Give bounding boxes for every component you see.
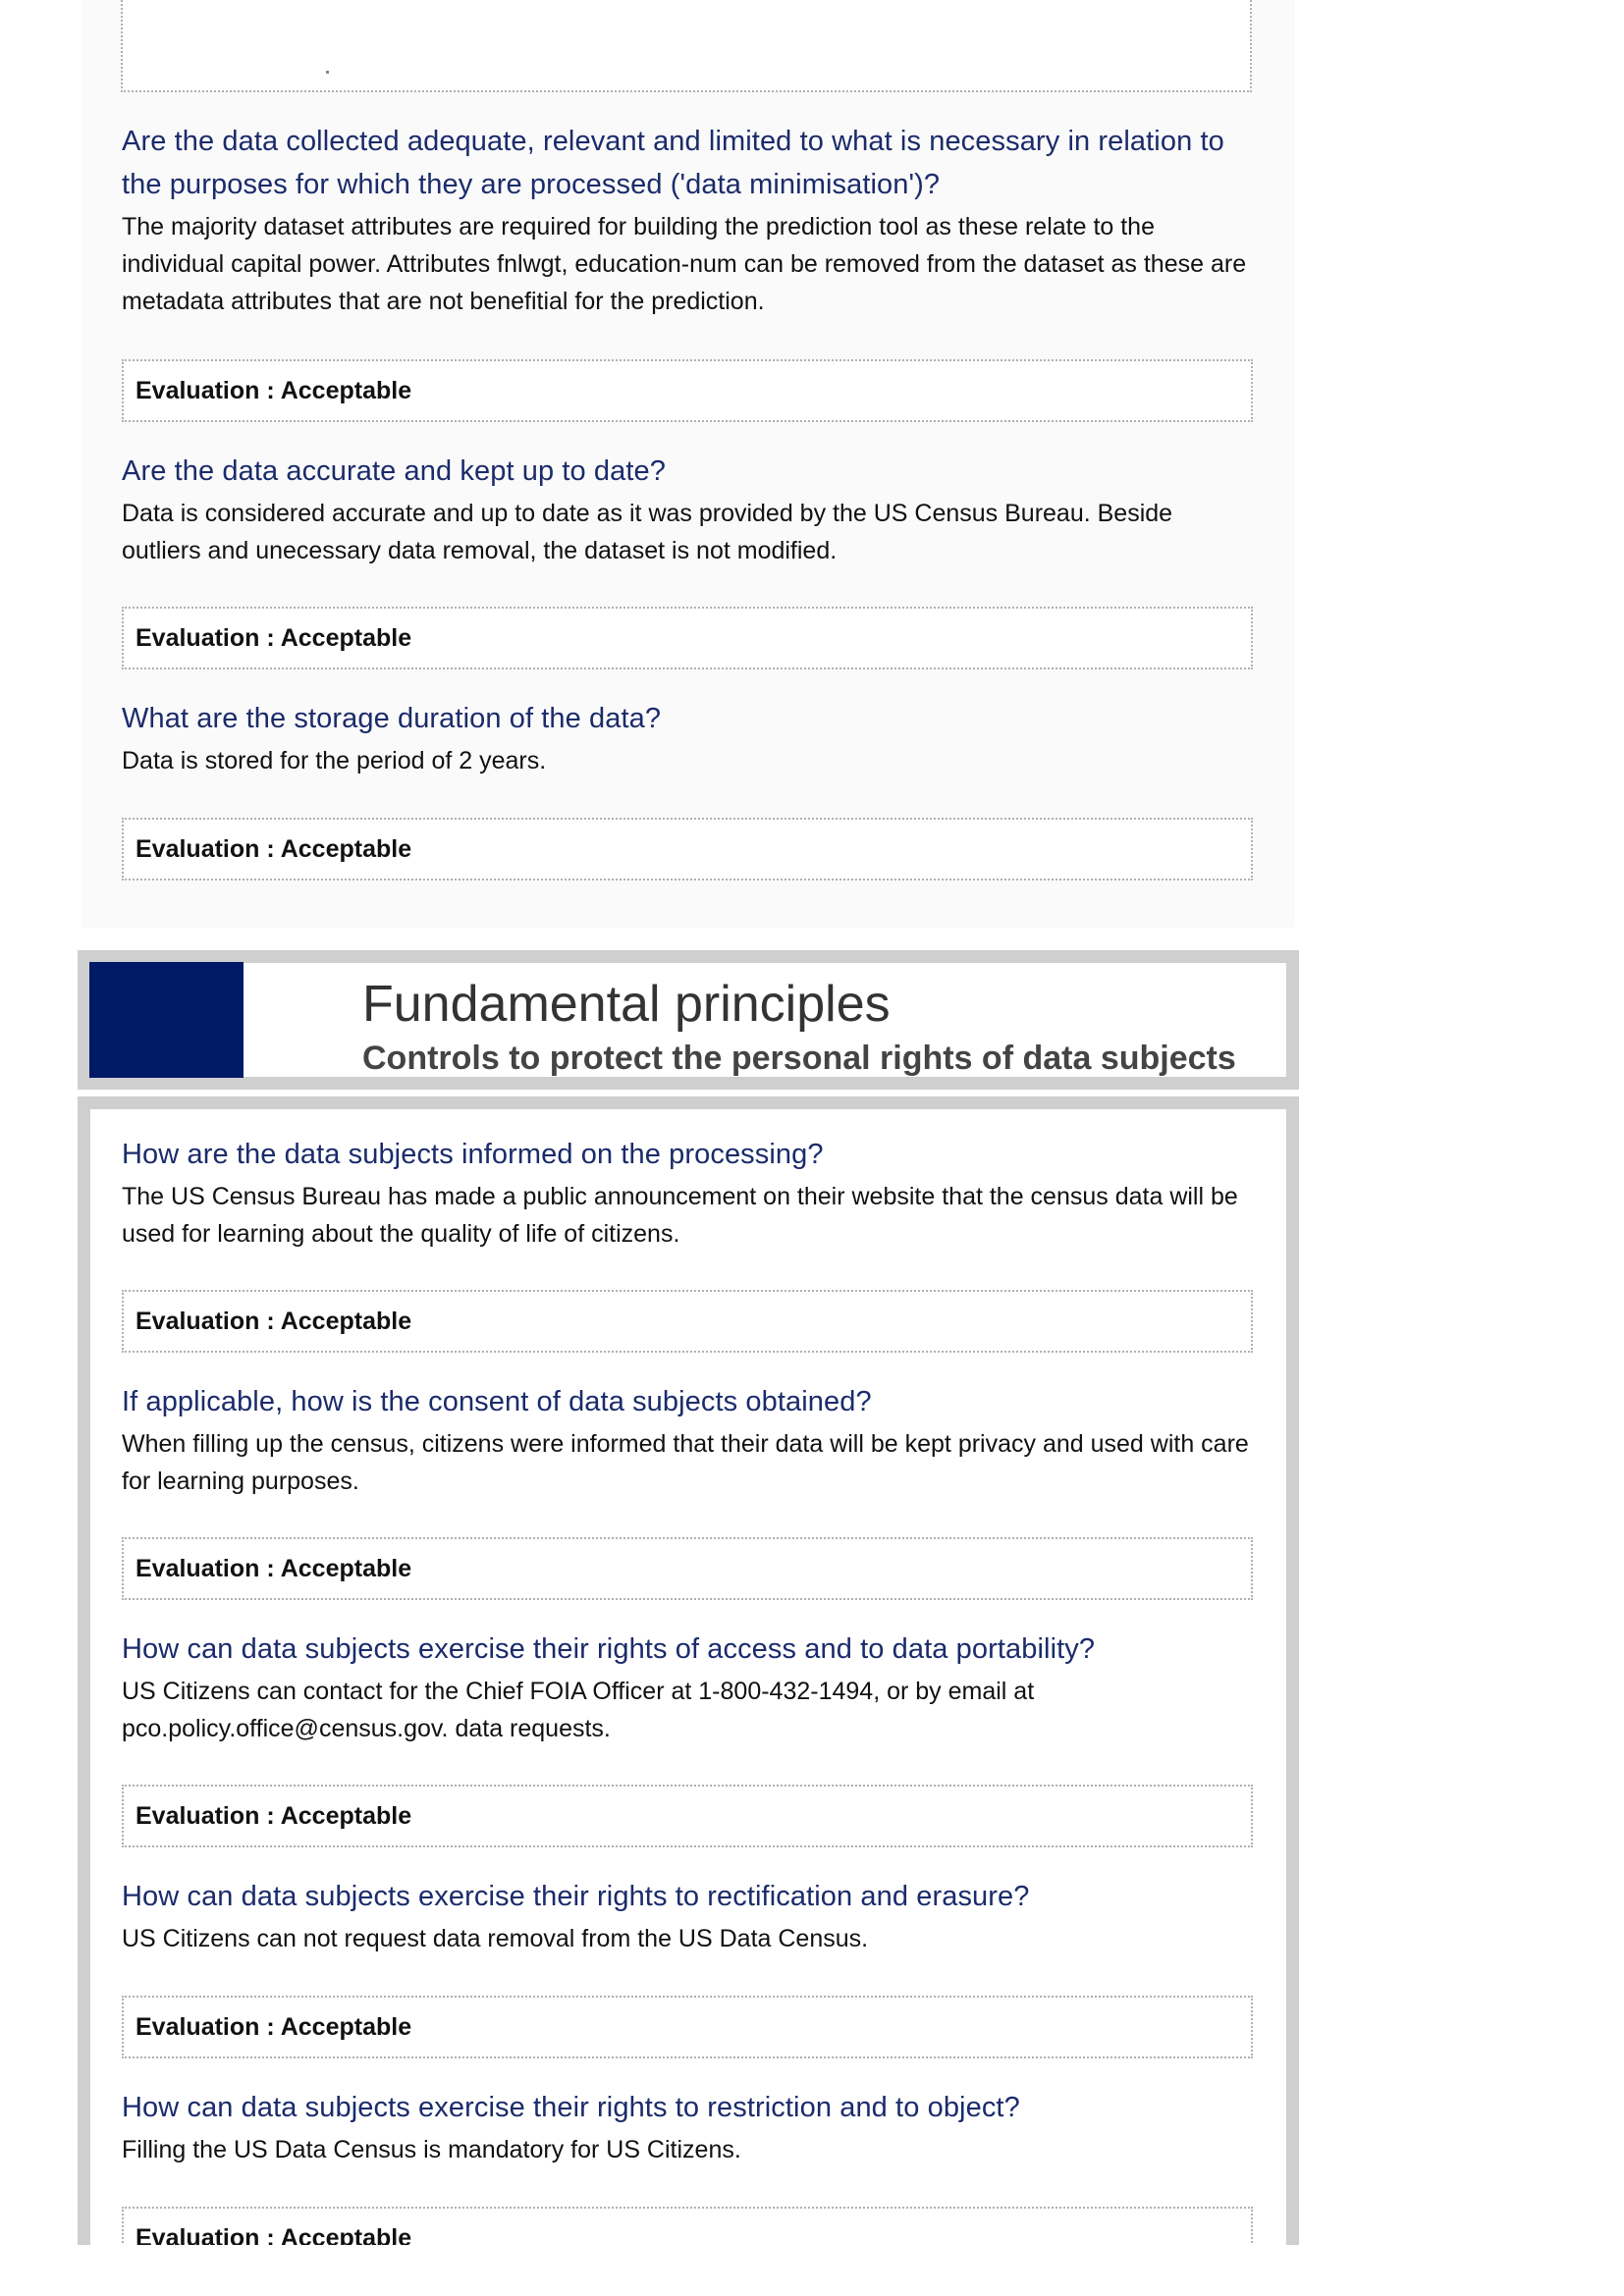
question-heading: How can data subjects exercise their rig… [122, 1881, 1030, 1912]
answer-text: US Citizens can contact for the Chief FO… [122, 1678, 1035, 1742]
qa-item-storage-duration: What are the storage duration of the dat… [122, 697, 1253, 779]
section-header: Fundamental principles Controls to prote… [78, 950, 1299, 1090]
answer-text: US Citizens can not request data removal… [122, 1925, 869, 1952]
question-heading: How are the data subjects informed on th… [122, 1139, 824, 1170]
cut-off-evaluation-box [121, 0, 1252, 92]
question-heading: How can data subjects exercise their rig… [122, 2092, 1020, 2123]
evaluation-box: Evaluation : Acceptable [122, 1290, 1253, 1353]
qa-item-data-minimisation: Are the data collected adequate, relevan… [122, 120, 1253, 320]
evaluation-box: Evaluation : Acceptable [122, 607, 1253, 669]
answer-text: The US Census Bureau has made a public a… [122, 1183, 1238, 1248]
qa-item-consent: If applicable, how is the consent of dat… [122, 1380, 1253, 1500]
question-heading: If applicable, how is the consent of dat… [122, 1386, 872, 1417]
evaluation-box: Evaluation : Acceptable [122, 1537, 1253, 1600]
cut-off-text-fragment [326, 71, 329, 74]
qa-item-rectification-erasure: How can data subjects exercise their rig… [122, 1875, 1253, 1957]
question-heading: How can data subjects exercise their rig… [122, 1633, 1096, 1665]
section-accent-block [89, 962, 244, 1078]
document-page: Are the data collected adequate, relevan… [0, 0, 1624, 2296]
evaluation-box: Evaluation : Acceptable [122, 818, 1253, 881]
page-bottom-margin [0, 2245, 1624, 2296]
question-heading: Are the data collected adequate, relevan… [122, 126, 1224, 200]
section-title: Fundamental principles [362, 976, 891, 1033]
qa-item-information: How are the data subjects informed on th… [122, 1133, 1253, 1253]
evaluation-box: Evaluation : Acceptable [122, 1996, 1253, 2058]
qa-item-restriction-object: How can data subjects exercise their rig… [122, 2086, 1253, 2168]
answer-text: Filling the US Data Census is mandatory … [122, 2136, 741, 2163]
question-heading: What are the storage duration of the dat… [122, 703, 662, 734]
section-subtitle: Controls to protect the personal rights … [362, 1040, 1236, 1077]
answer-text: When filling up the census, citizens wer… [122, 1430, 1249, 1495]
evaluation-box: Evaluation : Acceptable [122, 359, 1253, 422]
answer-text: Data is considered accurate and up to da… [122, 500, 1173, 564]
evaluation-box: Evaluation : Acceptable [122, 1785, 1253, 1847]
qa-item-access-portability: How can data subjects exercise their rig… [122, 1628, 1253, 1747]
question-heading: Are the data accurate and kept up to dat… [122, 455, 666, 487]
answer-text: Data is stored for the period of 2 years… [122, 747, 547, 774]
qa-item-data-accuracy: Are the data accurate and kept up to dat… [122, 450, 1253, 569]
answer-text: The majority dataset attributes are requ… [122, 213, 1247, 315]
